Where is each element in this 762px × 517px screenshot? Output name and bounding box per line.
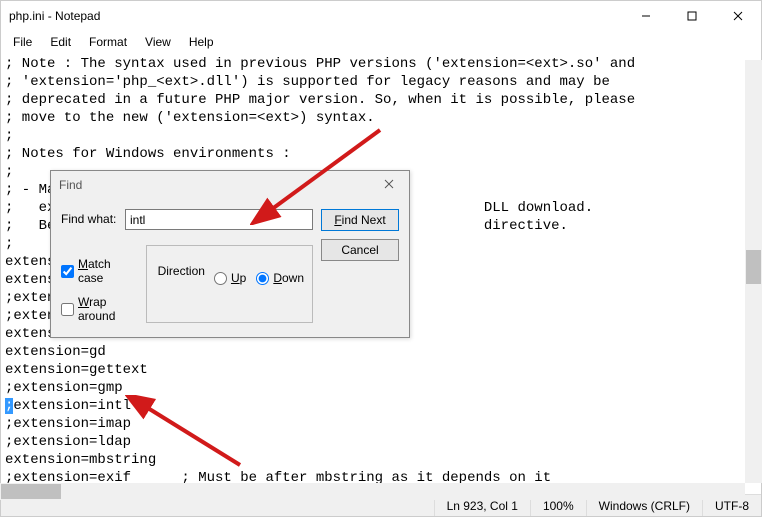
- editor-line: ;extension=intl: [5, 397, 757, 415]
- find-dialog: Find Find what: Find Next Match case Wra…: [50, 170, 410, 338]
- menu-view[interactable]: View: [137, 33, 179, 51]
- menu-help[interactable]: Help: [181, 33, 222, 51]
- menu-file[interactable]: File: [5, 33, 40, 51]
- direction-up-radio[interactable]: Up: [214, 271, 246, 285]
- menu-format[interactable]: Format: [81, 33, 135, 51]
- window-title: php.ini - Notepad: [9, 9, 623, 23]
- direction-group: Direction Up Down: [146, 245, 313, 323]
- wrap-around-checkbox[interactable]: Wrap around: [61, 295, 122, 323]
- editor-line: extension=mbstring: [5, 451, 757, 469]
- menu-edit[interactable]: Edit: [42, 33, 79, 51]
- editor-line: ;extension=imap: [5, 415, 757, 433]
- close-button[interactable]: [715, 1, 761, 31]
- find-dialog-titlebar: Find: [51, 171, 409, 199]
- editor-line: ; Notes for Windows environments :: [5, 145, 757, 163]
- find-close-button[interactable]: [377, 178, 401, 192]
- editor-line: ;extension=gmp: [5, 379, 757, 397]
- minimize-button[interactable]: [623, 1, 669, 31]
- editor-line: ; move to the new ('extension=<ext>) syn…: [5, 109, 757, 127]
- editor-line: ; 'extension='php_<ext>.dll') is support…: [5, 73, 757, 91]
- find-dialog-title: Find: [59, 178, 377, 192]
- horizontal-scrollbar[interactable]: [0, 483, 745, 500]
- editor-line: extension=gettext: [5, 361, 757, 379]
- titlebar: php.ini - Notepad: [1, 1, 761, 31]
- direction-label: Direction: [155, 264, 208, 278]
- find-what-label: Find what:: [61, 209, 117, 226]
- maximize-button[interactable]: [669, 1, 715, 31]
- cancel-button[interactable]: Cancel: [321, 239, 399, 261]
- direction-down-radio[interactable]: Down: [256, 271, 304, 285]
- editor-line: ; deprecated in a future PHP major versi…: [5, 91, 757, 109]
- editor-line: ;extension=ldap: [5, 433, 757, 451]
- find-what-input[interactable]: [125, 209, 313, 230]
- horizontal-scrollbar-thumb[interactable]: [1, 484, 61, 499]
- vertical-scrollbar[interactable]: [745, 60, 762, 483]
- find-next-button[interactable]: Find Next: [321, 209, 399, 231]
- window-controls: [623, 1, 761, 31]
- editor-line: ;: [5, 127, 757, 145]
- find-options: Match case Wrap around Direction Up Down: [61, 239, 313, 323]
- match-case-checkbox[interactable]: Match case: [61, 257, 122, 285]
- editor-line: extension=gd: [5, 343, 757, 361]
- vertical-scrollbar-thumb[interactable]: [746, 250, 761, 284]
- editor-line: ; Note : The syntax used in previous PHP…: [5, 55, 757, 73]
- menubar: File Edit Format View Help: [1, 31, 761, 53]
